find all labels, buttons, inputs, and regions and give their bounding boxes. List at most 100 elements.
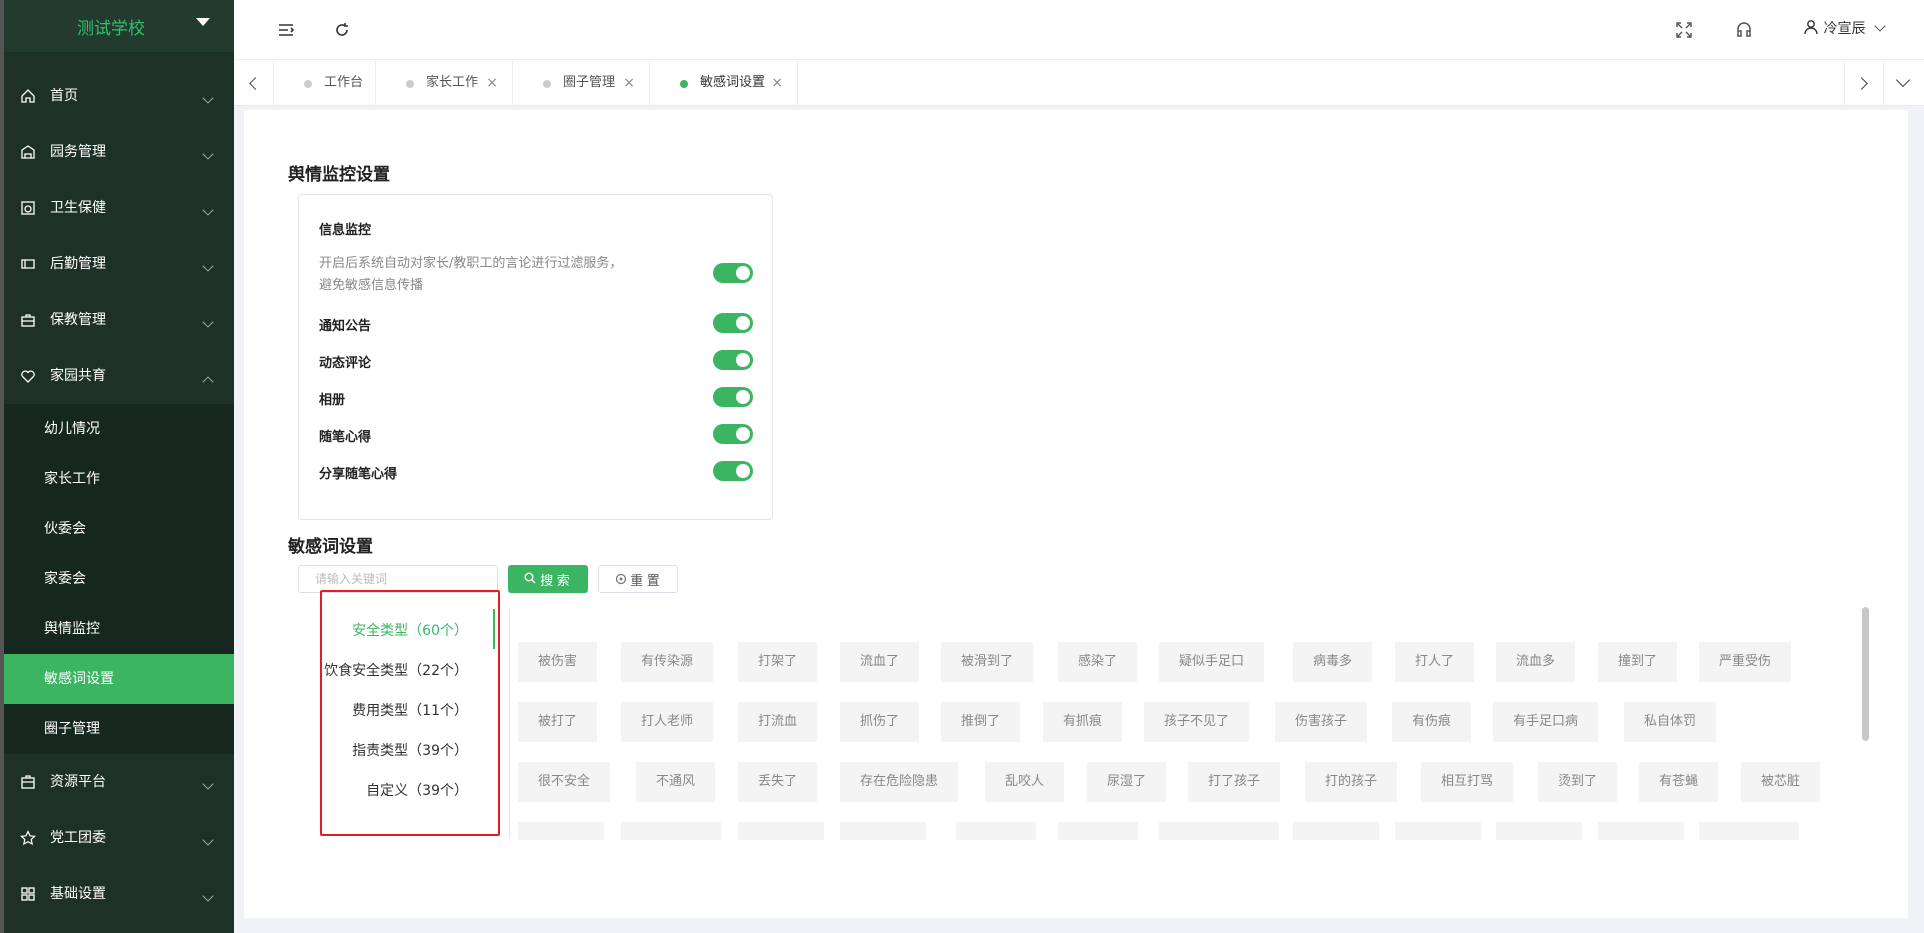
word-tag[interactable]: 存在危险隐患 xyxy=(840,762,959,802)
word-tag[interactable]: 有手足口病 xyxy=(1493,702,1599,742)
word-tag[interactable]: 流血多 xyxy=(1496,642,1576,682)
collapse-menu-icon[interactable] xyxy=(276,20,296,40)
submenu-item-children[interactable]: 幼儿情况 xyxy=(4,404,234,454)
side-menu: 首页 园务管理 卫生保健 后勤管理 保教管理 家园共育 幼儿情况 家长工作 伙委… xyxy=(4,68,234,922)
tabs-scroll-right[interactable] xyxy=(1844,60,1884,106)
essay-switch[interactable] xyxy=(713,424,753,444)
word-tag[interactable]: 打流血 xyxy=(738,702,818,742)
word-tag[interactable]: 有苍蝇 xyxy=(1639,762,1719,802)
word-tag[interactable] xyxy=(621,822,721,840)
category-food-safety[interactable]: 饮食安全类型（22个） xyxy=(324,660,468,680)
category-fees[interactable]: 费用类型（11个） xyxy=(352,700,468,720)
word-tag[interactable]: 打的孩子 xyxy=(1305,762,1398,802)
word-tag[interactable] xyxy=(1699,822,1799,840)
fullscreen-icon[interactable] xyxy=(1674,20,1694,40)
word-list-scrollbar[interactable] xyxy=(1862,607,1869,741)
word-tag[interactable] xyxy=(1496,822,1582,840)
menu-item-garden-affairs[interactable]: 园务管理 xyxy=(4,124,234,180)
word-tag[interactable]: 打了孩子 xyxy=(1188,762,1281,802)
user-menu[interactable]: 冷宣辰 xyxy=(1803,18,1886,38)
close-icon[interactable]: × xyxy=(623,60,635,106)
word-tag[interactable]: 打架了 xyxy=(738,642,818,682)
submenu-item-parent-work[interactable]: 家长工作 xyxy=(4,454,234,504)
word-tag[interactable] xyxy=(1058,822,1138,840)
reset-label: 重 置 xyxy=(630,572,660,588)
submenu-item-meal-committee[interactable]: 伙委会 xyxy=(4,504,234,554)
category-safety[interactable]: 安全类型（60个） xyxy=(352,620,468,640)
caret-down-icon[interactable] xyxy=(196,18,210,26)
headset-icon[interactable] xyxy=(1734,20,1754,40)
close-icon[interactable]: × xyxy=(486,60,498,106)
word-tag[interactable]: 打人了 xyxy=(1395,642,1475,682)
submenu-item-sensitive-words[interactable]: 敏感词设置 xyxy=(4,654,234,704)
word-tag[interactable] xyxy=(840,822,926,840)
word-tag[interactable]: 尿湿了 xyxy=(1087,762,1167,802)
word-tag[interactable]: 被伤害 xyxy=(518,642,598,682)
word-tag[interactable] xyxy=(1598,822,1684,840)
submenu-item-circle-manage[interactable]: 圈子管理 xyxy=(4,704,234,754)
word-tag[interactable]: 有伤痕 xyxy=(1392,702,1472,742)
word-tag[interactable]: 被芯脏 xyxy=(1741,762,1821,802)
word-tag[interactable]: 烫到了 xyxy=(1538,762,1618,802)
tab-sensitive-words[interactable]: 敏感词设置 × xyxy=(650,60,798,106)
comment-switch[interactable] xyxy=(713,350,753,370)
refresh-icon[interactable] xyxy=(332,20,352,40)
word-tag[interactable]: 严重受伤 xyxy=(1699,642,1792,682)
word-tag[interactable]: 疑似手足口 xyxy=(1159,642,1265,682)
search-button[interactable]: 搜 索 xyxy=(508,565,588,593)
word-tag[interactable]: 流血了 xyxy=(840,642,920,682)
menu-item-basic-settings[interactable]: 基础设置 xyxy=(4,866,234,922)
share-essay-switch[interactable] xyxy=(713,461,753,481)
school-switcher[interactable]: 测试学校 xyxy=(4,0,234,52)
word-tag[interactable]: 被滑到了 xyxy=(941,642,1034,682)
word-tag[interactable]: 抓伤了 xyxy=(840,702,920,742)
word-tag[interactable]: 相互打骂 xyxy=(1421,762,1514,802)
word-tag[interactable] xyxy=(518,822,604,840)
menu-item-home[interactable]: 首页 xyxy=(4,68,234,124)
reset-button[interactable]: 重 置 xyxy=(598,565,678,593)
word-tag[interactable] xyxy=(1293,822,1379,840)
word-tag[interactable]: 有传染源 xyxy=(621,642,714,682)
tabs-scroll-left[interactable] xyxy=(234,60,274,106)
tab-workbench[interactable]: 工作台 xyxy=(274,60,376,106)
menu-item-logistics[interactable]: 后勤管理 xyxy=(4,236,234,292)
word-tag[interactable] xyxy=(956,822,1036,840)
submenu-item-parent-committee[interactable]: 家委会 xyxy=(4,554,234,604)
word-tag[interactable] xyxy=(738,822,824,840)
menu-item-health[interactable]: 卫生保健 xyxy=(4,180,234,236)
word-tag[interactable]: 推倒了 xyxy=(941,702,1021,742)
word-tag[interactable]: 伤害孩子 xyxy=(1275,702,1368,742)
briefcase-icon xyxy=(21,314,35,327)
word-tag[interactable]: 很不安全 xyxy=(518,762,611,802)
submenu-item-opinion-monitor[interactable]: 舆情监控 xyxy=(4,604,234,654)
close-icon[interactable]: × xyxy=(771,60,783,106)
tabs-dropdown[interactable] xyxy=(1884,60,1924,106)
keyword-search-input[interactable] xyxy=(298,565,498,593)
menu-item-home-school[interactable]: 家园共育 xyxy=(4,348,234,404)
word-tag[interactable]: 撞到了 xyxy=(1598,642,1678,682)
word-tag[interactable]: 不通风 xyxy=(636,762,716,802)
word-tag[interactable] xyxy=(1159,822,1279,840)
chevron-down-icon xyxy=(1895,72,1911,88)
tab-parent-work[interactable]: 家长工作 × xyxy=(376,60,513,106)
word-tag[interactable]: 感染了 xyxy=(1058,642,1138,682)
word-tag[interactable]: 乱咬人 xyxy=(985,762,1065,802)
word-tag[interactable]: 被打了 xyxy=(518,702,598,742)
word-tag[interactable]: 打人老师 xyxy=(621,702,714,742)
menu-item-resources[interactable]: 资源平台 xyxy=(4,754,234,810)
word-tag[interactable]: 有抓痕 xyxy=(1043,702,1123,742)
word-tag[interactable]: 私自体罚 xyxy=(1624,702,1717,742)
category-custom[interactable]: 自定义（39个） xyxy=(366,780,468,800)
album-switch[interactable] xyxy=(713,387,753,407)
word-tag[interactable]: 孩子不见了 xyxy=(1144,702,1250,742)
info-monitor-switch[interactable] xyxy=(713,263,753,283)
category-accusation[interactable]: 指责类型（39个） xyxy=(352,740,468,760)
word-tag[interactable]: 病毒多 xyxy=(1293,642,1373,682)
menu-item-party[interactable]: 党工团委 xyxy=(4,810,234,866)
word-tag[interactable]: 丢失了 xyxy=(738,762,818,802)
tab-label: 家长工作 xyxy=(426,75,479,90)
menu-item-care-education[interactable]: 保教管理 xyxy=(4,292,234,348)
notice-switch[interactable] xyxy=(713,313,753,333)
tab-circle-manage[interactable]: 圈子管理 × xyxy=(513,60,650,106)
word-tag[interactable] xyxy=(1395,822,1481,840)
